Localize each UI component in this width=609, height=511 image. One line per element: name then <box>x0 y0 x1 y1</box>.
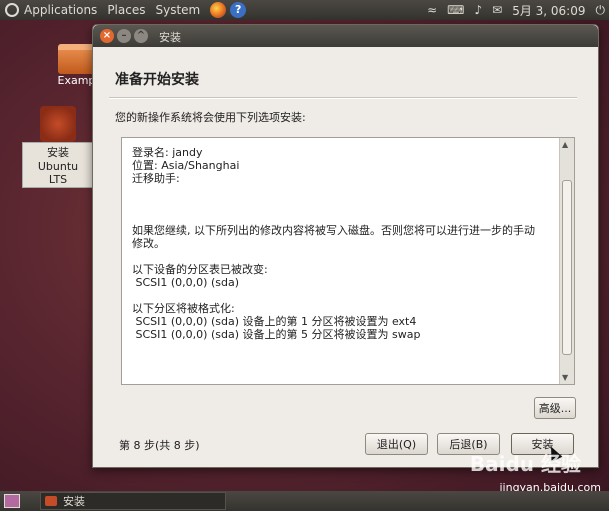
quit-button[interactable]: 退出(Q) <box>365 433 428 455</box>
step-indicator: 第 8 步(共 8 步) <box>119 439 200 452</box>
clock[interactable]: 5月 3, 06:09 <box>512 2 585 19</box>
header-separator <box>109 97 577 99</box>
menu-system[interactable]: System <box>155 3 200 17</box>
help-icon[interactable]: ? <box>230 2 247 18</box>
page-title: 准备开始安装 <box>115 72 199 88</box>
scrollbar-thumb[interactable] <box>562 180 572 355</box>
scroll-down-icon[interactable]: ▼ <box>562 373 568 382</box>
installer-icon <box>40 106 76 142</box>
volume-icon[interactable]: ♪ <box>474 3 482 17</box>
scroll-up-icon[interactable]: ▲ <box>562 140 568 149</box>
installer-task-icon <box>45 496 57 506</box>
summary-textview[interactable]: 登录名: jandy 位置: Asia/Shanghai 迁移助手: 如果您继续… <box>121 137 575 385</box>
mail-icon[interactable]: ✉ <box>492 3 502 17</box>
taskbar-item-installer[interactable]: 安装 <box>40 492 226 510</box>
summary-text: 登录名: jandy 位置: Asia/Shanghai 迁移助手: 如果您继续… <box>132 146 535 341</box>
summary-scrollbar[interactable]: ▲ ▼ <box>559 138 574 384</box>
system-tray: ≈ ⌨ ♪ ✉ 5月 3, 06:09 ⏻ <box>427 0 605 20</box>
desktop-icon-installer[interactable]: 安装 Ubuntu LTS <box>22 106 94 188</box>
wifi-icon[interactable]: ≈ <box>427 3 437 17</box>
advanced-button[interactable]: 高级... <box>534 397 576 419</box>
maximize-icon[interactable]: ^ <box>134 29 148 43</box>
top-panel: Applications Places System ? ≈ ⌨ ♪ ✉ 5月 … <box>0 0 609 20</box>
installer-window: × – ^ 安装 准备开始安装 您的新操作系统将会使用下列选项安装: 登录名: … <box>92 24 599 468</box>
window-title: 安装 <box>159 31 181 44</box>
menu-places[interactable]: Places <box>107 3 145 17</box>
baidu-watermark: Baidu 经验 <box>469 452 581 476</box>
desktop-icon-label: 安装 Ubuntu LTS <box>22 142 94 188</box>
show-desktop-icon[interactable] <box>4 494 20 508</box>
taskbar-item-label: 安装 <box>63 495 85 508</box>
keyboard-icon[interactable]: ⌨ <box>447 3 464 17</box>
menu-applications[interactable]: Applications <box>24 3 97 17</box>
power-icon[interactable]: ⏻ <box>596 3 606 18</box>
close-icon[interactable]: × <box>100 29 114 43</box>
ubuntu-logo-icon[interactable] <box>5 3 19 17</box>
window-titlebar[interactable]: × – ^ 安装 <box>93 25 598 47</box>
bottom-panel: 安装 <box>0 491 609 511</box>
firefox-icon[interactable] <box>210 2 227 18</box>
intro-text: 您的新操作系统将会使用下列选项安装: <box>115 111 306 124</box>
minimize-icon[interactable]: – <box>117 29 131 43</box>
